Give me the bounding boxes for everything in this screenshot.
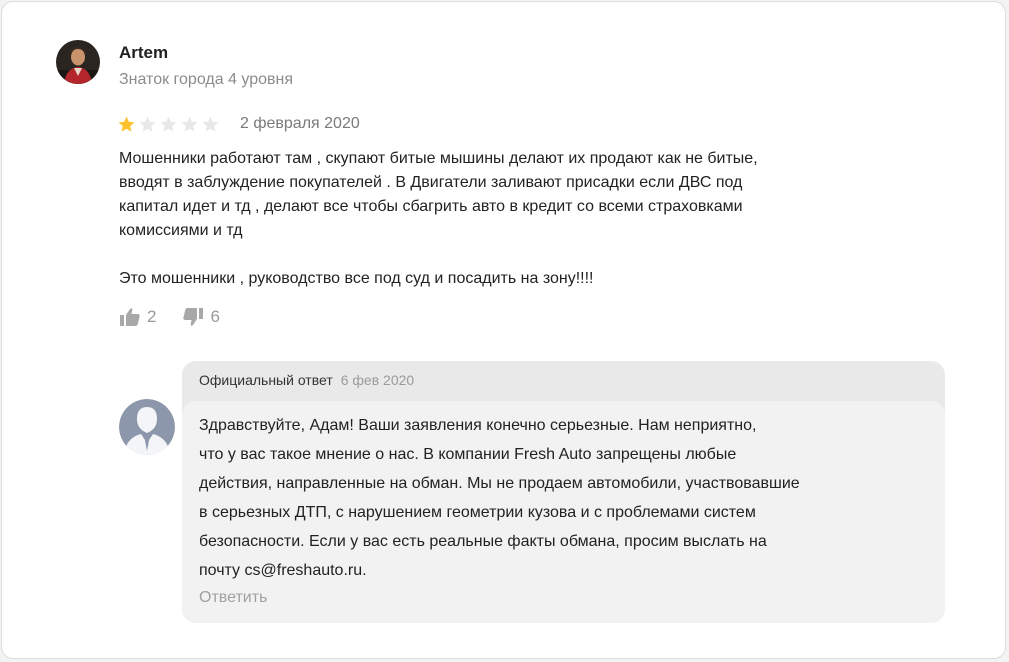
reply-button[interactable]: Ответить: [199, 589, 267, 607]
review-votes: 2 6: [119, 307, 220, 327]
author-name[interactable]: Artem: [119, 43, 168, 63]
reply-body: Здравствуйте, Адам! Ваши заявления конеч…: [182, 401, 945, 623]
official-reply: Официальный ответ 6 фев 2020 Здравствуйт…: [182, 361, 945, 623]
review-card: Artem Знаток города 4 уровня 2 февраля 2…: [1, 1, 1006, 659]
star-filled-icon: [118, 116, 135, 132]
rating-stars: [117, 115, 220, 134]
like-count: 2: [147, 307, 157, 326]
star-empty-icon: [160, 116, 177, 132]
person-silhouette-icon: [119, 399, 175, 455]
reply-date: 6 фев 2020: [340, 372, 415, 388]
reply-label: Официальный ответ: [199, 372, 333, 388]
dislike-button[interactable]: 6: [182, 307, 220, 327]
review-date: 2 февраля 2020: [240, 115, 360, 132]
author-status: Знаток города 4 уровня: [119, 71, 294, 88]
dislike-count: 6: [210, 307, 220, 326]
like-button[interactable]: 2: [119, 307, 156, 327]
review-text: Мошенники работают там , скупают битые м…: [119, 150, 758, 287]
author-avatar[interactable]: [56, 40, 100, 84]
reply-header: Официальный ответ 6 фев 2020: [199, 372, 414, 388]
star-empty-icon: [181, 116, 198, 132]
thumbs-up-icon: [119, 307, 141, 327]
thumbs-down-icon: [182, 307, 204, 327]
reply-text: Здравствуйте, Адам! Ваши заявления конеч…: [199, 417, 800, 579]
company-avatar: [119, 399, 175, 455]
star-empty-icon: [139, 116, 156, 132]
star-empty-icon: [202, 116, 219, 132]
